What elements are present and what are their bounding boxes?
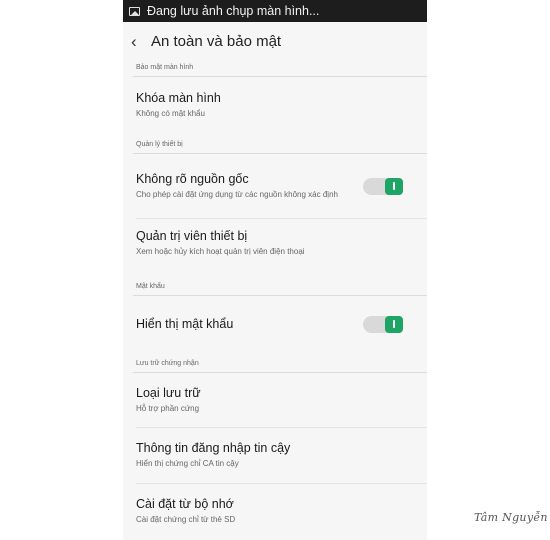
- setting-title: Quản trị viên thiết bị: [136, 228, 248, 243]
- setting-title: Loại lưu trữ: [136, 385, 201, 400]
- setting-subtitle: Hỗ trợ phần cứng: [136, 403, 200, 413]
- setting-subtitle: Xem hoặc hủy kích hoạt quản trị viên điệ…: [136, 246, 305, 256]
- setting-show-password[interactable]: Hiển thị mật khẩu: [123, 296, 427, 352]
- title-bar: ‹ An toàn và bảo mật: [123, 22, 427, 60]
- watermark-signature: Tâm Nguyễn: [474, 511, 548, 524]
- show-password-toggle[interactable]: [363, 315, 403, 333]
- status-bar: Đang lưu ảnh chụp màn hình...: [123, 0, 427, 22]
- setting-title: Thông tin đăng nhập tin cậy: [136, 441, 291, 456]
- setting-title: Khóa màn hình: [136, 90, 221, 105]
- section-header-device-management: Quản lý thiết bị: [136, 141, 183, 148]
- setting-screen-lock[interactable]: Khóa màn hình Không có mật khẩu: [123, 77, 427, 133]
- setting-trusted-credentials[interactable]: Thông tin đăng nhập tin cậy Hiển thị chứ…: [123, 428, 427, 483]
- phone-screen: Đang lưu ảnh chụp màn hình... ‹ An toàn …: [123, 0, 427, 540]
- screenshot-icon: [129, 6, 140, 16]
- setting-subtitle: Hiển thị chứng chỉ CA tin cậy: [136, 459, 239, 469]
- section-header-screen-security: Bảo mật màn hình: [136, 64, 194, 71]
- setting-subtitle: Không có mật khẩu: [136, 108, 205, 118]
- section-header-credential-storage: Lưu trữ chứng nhận: [136, 360, 199, 367]
- setting-subtitle: Cài đặt chứng chỉ từ thẻ SD: [136, 515, 236, 525]
- setting-title: Không rõ nguồn gốc: [136, 171, 249, 186]
- page-title: An toàn và bảo mật: [151, 32, 282, 50]
- setting-title: Cài đặt từ bộ nhớ: [136, 497, 234, 512]
- setting-device-admins[interactable]: Quản trị viên thiết bị Xem hoặc hủy kích…: [123, 219, 427, 267]
- status-text: Đang lưu ảnh chụp màn hình...: [147, 4, 320, 18]
- setting-unknown-sources[interactable]: Không rõ nguồn gốc Cho phép cài đặt ứng …: [123, 154, 427, 218]
- toggle-knob: [385, 315, 403, 333]
- setting-subtitle: Cho phép cài đặt ứng dụng từ các nguồn k…: [136, 189, 338, 199]
- setting-storage-type[interactable]: Loại lưu trữ Hỗ trợ phần cứng: [123, 373, 427, 427]
- back-arrow-icon[interactable]: ‹: [131, 33, 141, 50]
- section-header-password: Mật khẩu: [136, 283, 165, 290]
- toggle-knob: [385, 177, 403, 195]
- setting-install-from-storage[interactable]: Cài đặt từ bộ nhớ Cài đặt chứng chỉ từ t…: [123, 484, 427, 539]
- setting-title: Hiển thị mật khẩu: [136, 317, 234, 331]
- unknown-sources-toggle[interactable]: [363, 177, 403, 195]
